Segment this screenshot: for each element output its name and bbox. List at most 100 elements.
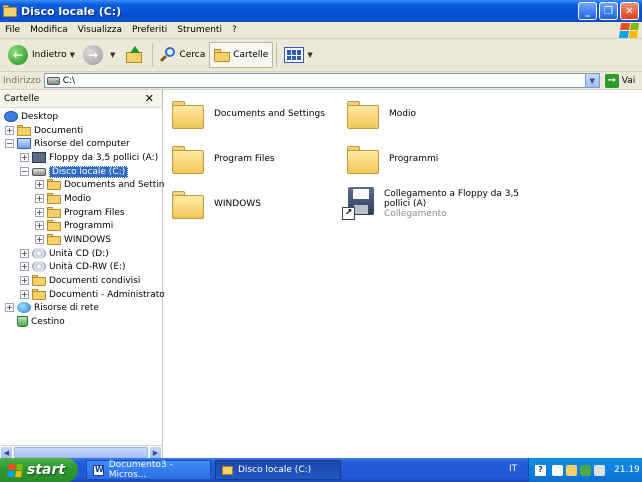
tray-icon[interactable] [594,464,605,476]
tree-label: Desktop [21,111,59,122]
list-item[interactable]: Programmi [347,139,517,179]
tree-item-documents-settings[interactable]: + Documents and Settings [35,178,175,191]
views-button[interactable]: ▼ [280,42,316,68]
views-icon [284,47,305,63]
tree-label: Floppy da 3,5 pollici (A:) [49,152,159,163]
folders-pane: Cartelle ✕ Desktop + Documenti − Risorse… [0,90,175,459]
scroll-thumb[interactable] [14,447,148,458]
tree-item-documenti-administrator[interactable]: + Documenti - Administrator [20,288,168,301]
expand-icon[interactable]: + [20,153,29,162]
expand-icon[interactable]: + [35,180,44,189]
close-pane-icon[interactable]: ✕ [145,92,154,105]
address-input[interactable]: C:\ ▼ [43,73,600,88]
tree-item-documenti-condivisi[interactable]: + Documenti condivisi [20,274,140,287]
help-icon[interactable]: ? [535,464,546,476]
expand-icon[interactable]: + [20,262,29,271]
expand-icon[interactable]: + [35,235,44,244]
tree-item-cd-d[interactable]: + Unità CD (D:) [20,247,109,260]
folder-icon [47,207,61,218]
up-button[interactable] [119,42,149,68]
list-item[interactable]: Modio [347,94,517,134]
expand-icon[interactable]: + [5,303,14,312]
tree-item-cd-e[interactable]: + Unità CD-RW (E:) [20,260,126,273]
item-name: Collegamento a Floppy da 3,5 pollici (A) [384,189,520,209]
item-name: Modio [389,109,416,119]
menu-strumenti[interactable]: Strumenti [172,25,227,35]
recycle-bin-icon [17,316,28,327]
menu-preferiti[interactable]: Preferiti [127,25,172,35]
minimize-button[interactable]: _ [578,2,597,20]
maximize-button[interactable]: ❐ [599,2,618,20]
expand-icon[interactable]: + [20,249,29,258]
expand-icon[interactable]: + [20,290,29,299]
tree-item-windows[interactable]: + WINDOWS [35,233,111,246]
expand-icon[interactable]: + [35,194,44,203]
start-button[interactable]: start [0,458,78,482]
go-arrow-icon: → [604,73,619,88]
tray-icon[interactable] [580,464,591,476]
language-indicator[interactable]: IT [509,464,517,474]
list-item[interactable]: Program Files [172,139,342,179]
list-item[interactable]: WINDOWS [172,184,342,224]
search-button[interactable]: Cerca [156,42,209,68]
tree-label: Program Files [64,207,125,218]
toolbar-separator [276,43,278,67]
tree-item-modio[interactable]: + Modio [35,192,91,205]
collapse-icon[interactable]: − [20,167,29,176]
tree-item-cestino[interactable]: Cestino [5,315,65,328]
file-list: Documents and Settings Modio Program Fil… [164,90,642,458]
expand-icon[interactable]: + [35,208,44,217]
menu-visualizza[interactable]: Visualizza [73,25,127,35]
cd-icon [32,248,46,259]
folder-icon [172,189,204,219]
folders-button[interactable]: Cartelle [209,42,274,68]
folders-pane-title: Cartelle [4,93,40,104]
expand-icon[interactable]: + [35,221,44,230]
tree-item-programmi[interactable]: + Programmi [35,219,113,232]
title-bar[interactable]: Disco locale (C:) _ ❐ ✕ [0,0,642,22]
taskbar-item-word[interactable]: Documento3 - Micros... [86,460,211,480]
tree-label: Unità CD-RW (E:) [49,261,126,272]
folder-icon [47,193,61,204]
forward-button[interactable]: → ▼ [79,42,119,68]
cd-icon [32,261,46,272]
clock[interactable]: 21.19 [614,465,640,475]
tree-item-disco-locale[interactable]: − Disco locale (C:) [20,165,129,178]
menu-help[interactable]: ? [227,25,242,35]
go-label: Vai [621,75,636,86]
word-document-icon [93,464,104,476]
floppy-shortcut-icon: ↗ [342,187,376,221]
go-button[interactable]: → Vai [604,73,636,88]
back-dropdown-icon[interactable]: ▼ [70,51,75,59]
tree-label: Cestino [31,316,65,327]
back-label: Indietro [32,50,67,60]
list-item[interactable]: ↗ Collegamento a Floppy da 3,5 pollici (… [342,184,522,224]
folder-icon [32,289,46,300]
computer-icon [17,138,31,149]
expand-icon[interactable]: + [5,126,14,135]
drive-icon [46,76,60,85]
task-label: Disco locale (C:) [238,465,312,475]
tree-item-risorse-computer[interactable]: − Risorse del computer [5,137,130,150]
list-item[interactable]: Documents and Settings [172,94,342,134]
address-dropdown-icon[interactable]: ▼ [584,74,599,87]
collapse-icon[interactable]: − [5,139,14,148]
tree-item-floppy[interactable]: + Floppy da 3,5 pollici (A:) [20,151,158,164]
horizontal-scrollbar[interactable]: ◀ ▶ [0,445,162,459]
views-dropdown-icon[interactable]: ▼ [307,51,312,59]
taskbar-item-explorer[interactable]: Disco locale (C:) [215,460,341,480]
forward-dropdown-icon[interactable]: ▼ [110,51,115,59]
tray-icon[interactable] [566,464,577,476]
tree-item-documenti[interactable]: + Documenti [5,124,83,137]
expand-icon[interactable]: + [20,276,29,285]
menu-file[interactable]: File [0,25,25,35]
windows-logo-icon [7,463,23,477]
menu-modifica[interactable]: Modifica [25,25,73,35]
close-button[interactable]: ✕ [620,2,639,20]
back-button[interactable]: ← Indietro ▼ [4,42,79,68]
tree-item-program-files[interactable]: + Program Files [35,206,125,219]
tree-item-desktop[interactable]: Desktop [4,110,58,123]
network-tray-icon[interactable] [552,464,563,476]
tree-item-risorse-rete[interactable]: + Risorse di rete [5,301,99,314]
back-arrow-icon: ← [8,45,28,65]
